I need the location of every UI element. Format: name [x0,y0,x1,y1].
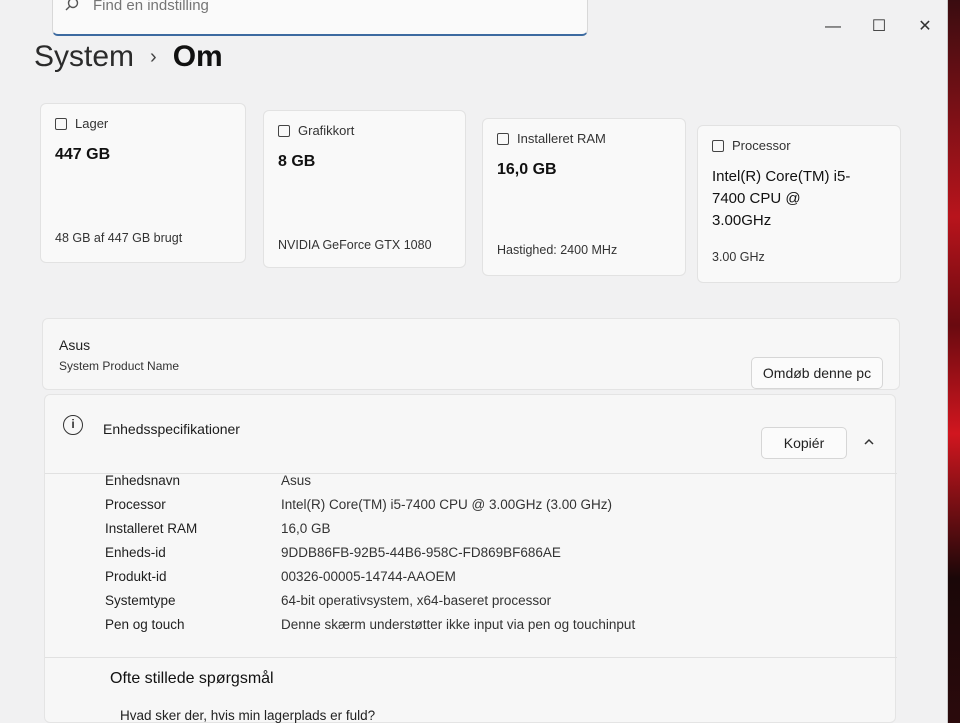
graphics-detail: NVIDIA GeForce GTX 1080 [278,238,432,252]
settings-window: — ☐ ✕ System › Om Lager 447 GB 48 GB af … [0,0,948,723]
spec-row: Installeret RAM 16,0 GB [105,521,331,536]
close-button[interactable]: ✕ [910,12,940,42]
storage-card[interactable]: Lager 447 GB 48 GB af 447 GB brugt [40,103,246,263]
ram-card[interactable]: Installeret RAM 16,0 GB Hastighed: 2400 … [482,118,686,276]
specs-title: Enhedsspecifikationer [103,421,240,437]
processor-icon [712,139,724,152]
product-name: System Product Name [59,359,180,373]
processor-detail: 3.00 GHz [712,250,765,264]
spec-value: 16,0 GB [281,521,331,536]
ram-detail: Hastighed: 2400 MHz [497,243,618,257]
spec-row: Pen og touch Denne skærm understøtter ik… [105,617,635,632]
spec-row: Systemtype 64-bit operativsystem, x64-ba… [105,593,551,608]
divider [45,657,897,658]
faq-question[interactable]: Hvad sker der, hvis min lagerplads er fu… [120,708,375,723]
spec-row: Processor Intel(R) Core(TM) i5-7400 CPU … [105,497,612,512]
search-icon [65,0,81,13]
breadcrumb-chevron-icon: › [150,45,157,68]
breadcrumb: System › Om [34,40,223,74]
spec-key: Processor [105,497,166,512]
ram-icon [497,132,509,145]
storage-icon [55,117,67,130]
breadcrumb-system[interactable]: System [34,40,134,74]
graphics-value: 8 GB [278,153,316,170]
search-input[interactable] [93,0,493,17]
spec-key: Installeret RAM [105,521,198,536]
ram-label: Installeret RAM [517,131,606,146]
copy-button[interactable]: Kopiér [761,427,847,459]
processor-value: Intel(R) Core(TM) i5-7400 CPU @ 3.00GHz [712,168,851,229]
graphics-label: Grafikkort [298,123,355,138]
graphics-card-icon [278,124,290,137]
spec-value: Denne skærm understøtter ikke input via … [281,617,636,632]
graphics-card[interactable]: Grafikkort 8 GB NVIDIA GeForce GTX 1080 [263,110,466,268]
spec-row: Enhedsnavn Asus [105,473,311,488]
spec-row: Produkt-id 00326-00005-14744-AAOEM [105,569,456,584]
processor-label: Processor [732,138,791,153]
spec-value: Intel(R) Core(TM) i5-7400 CPU @ 3.00GHz … [281,497,613,512]
minimize-button[interactable]: — [818,12,848,42]
spec-value: 00326-00005-14744-AAOEM [281,569,456,584]
rename-pc-button[interactable]: Omdøb denne pc [751,357,883,389]
page-title: Om [172,40,223,73]
info-icon: i [63,415,83,435]
spec-value: 9DDB86FB-92B5-44B6-958C-FD869BF686AE [281,545,561,560]
spec-value: 64-bit operativsystem, x64-baseret proce… [281,593,552,608]
spec-key: Systemtype [105,593,176,608]
product-section: Asus System Product Name Omdøb denne pc [42,318,900,390]
ram-value: 16,0 GB [497,161,557,178]
spec-key: Pen og touch [105,617,185,632]
processor-card[interactable]: Processor Intel(R) Core(TM) i5-7400 CPU … [697,125,901,283]
storage-value: 447 GB [55,146,111,163]
spec-key: Enheds-id [105,545,166,560]
spec-row: Enheds-id 9DDB86FB-92B5-44B6-958C-FD869B… [105,545,561,560]
maximize-button[interactable]: ☐ [864,12,894,42]
search-box[interactable] [52,0,588,36]
storage-detail: 48 GB af 447 GB brugt [55,231,183,245]
spec-key: Enhedsnavn [105,473,181,488]
chevron-up-icon[interactable] [861,435,877,451]
faq-title: Ofte stillede spørgsmål [110,670,274,687]
spec-key: Produkt-id [105,569,167,584]
product-brand: Asus [59,337,91,353]
spec-value: Asus [281,473,312,488]
storage-label: Lager [75,116,109,131]
